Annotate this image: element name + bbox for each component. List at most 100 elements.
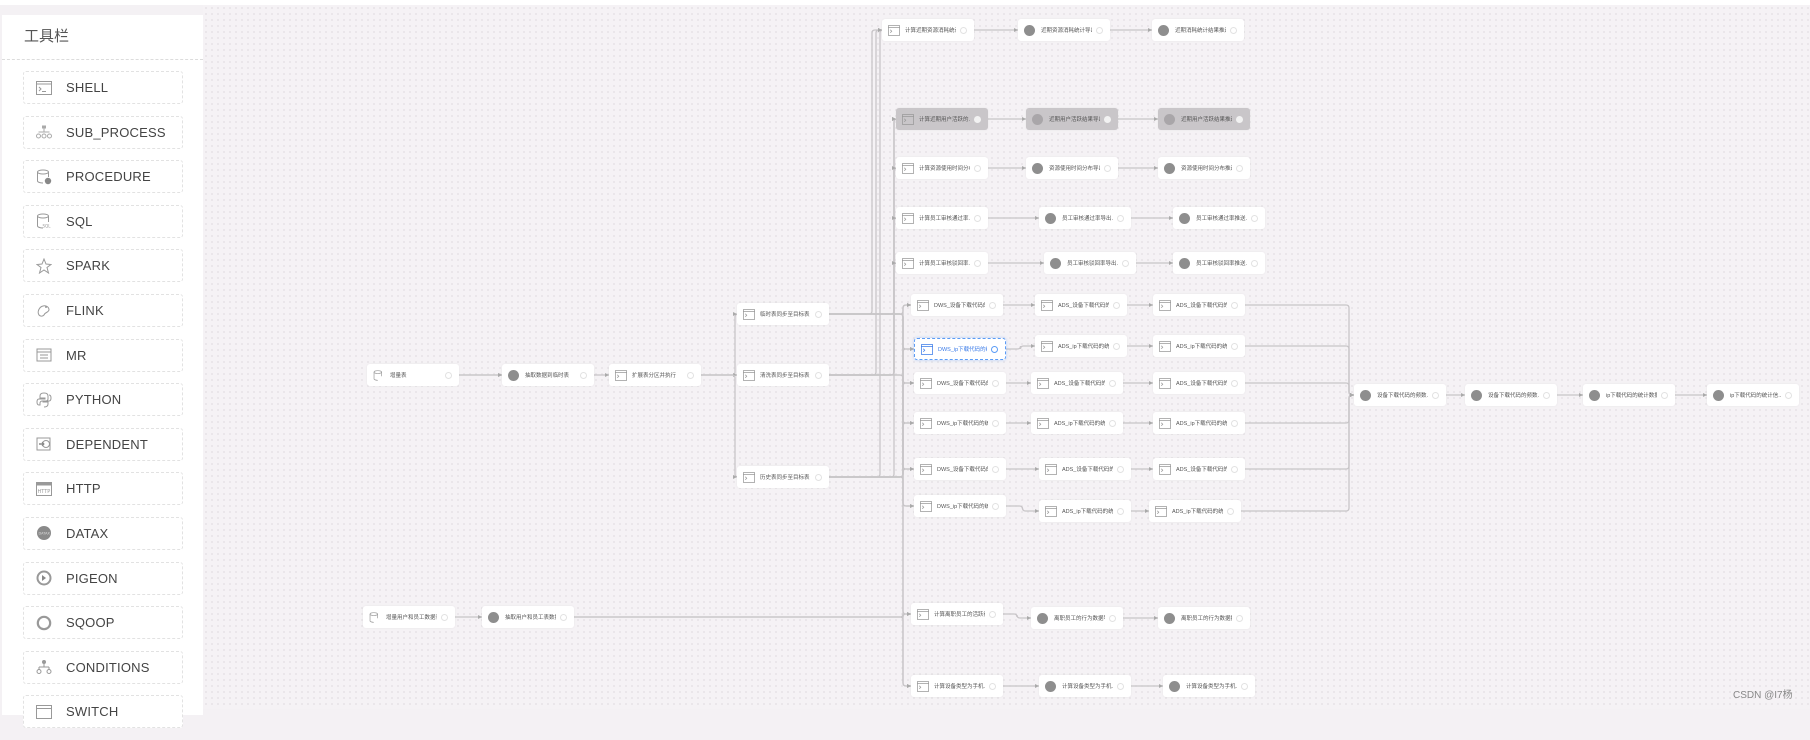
dag-node-label: 增量用户和员工数据表 [386, 615, 437, 621]
dag-node-shell[interactable]: ADS_设备下载代码的频... [1153, 294, 1245, 316]
dag-node-datax[interactable]: 近期消耗统计结果推送... [1152, 19, 1244, 41]
tool-item-spark[interactable]: SPARK [23, 249, 183, 283]
dag-node-shell[interactable]: 计算员工审核驳回率... [896, 252, 988, 274]
dag-node-shell[interactable]: ADS_设备下载代码的频... [1153, 458, 1245, 480]
shell-icon [1045, 505, 1057, 517]
node-status-indicator [1227, 507, 1234, 515]
node-status-indicator [989, 682, 996, 690]
tool-item-mr[interactable]: MR [23, 338, 183, 372]
shell-icon [1159, 377, 1171, 389]
pigeon-icon [36, 570, 52, 586]
node-status-indicator [974, 164, 981, 172]
dag-node-shell[interactable]: DWS_ip下载代码的统计... [914, 495, 1006, 517]
dag-node-label: 计算员工审核驳回率... [919, 261, 970, 267]
dag-node-shell[interactable]: 清洗表同步至目标表 [737, 364, 829, 386]
tool-item-procedure[interactable]: PROCEDURE [23, 160, 183, 194]
dag-node-shell[interactable]: 计算近期资源消耗统计... [882, 19, 974, 41]
dag-node-shell[interactable]: ADS_ip下载代码的统计... [1039, 500, 1131, 522]
dag-node-datax[interactable]: 计算设备类型为手机... [1163, 675, 1255, 697]
dag-node-shell[interactable]: 扩展表分区并执行 [609, 364, 701, 386]
tool-item-dependent[interactable]: DEPENDENT [23, 427, 183, 461]
dag-node-datax[interactable]: 员工审核通过率导出... [1039, 207, 1131, 229]
node-status-indicator [1231, 379, 1238, 387]
datax-icon [1179, 212, 1191, 224]
dag-node-datax[interactable]: 员工审核驳回率导出... [1044, 252, 1136, 274]
tool-item-switch[interactable]: SWITCH [23, 695, 183, 729]
dag-node-datax[interactable]: 抽取用户和员工表数据 [482, 606, 574, 628]
node-status-indicator [1109, 379, 1116, 387]
dag-node-shell[interactable]: DWS_设备下载代码的频... [911, 294, 1003, 316]
dag-node-shell[interactable]: 计算资源使用时间分布... [896, 157, 988, 179]
node-status-indicator [1251, 214, 1258, 222]
dag-node-shell[interactable]: 计算离职员工的活跃行... [911, 603, 1003, 625]
dag-node-datax[interactable]: 近期资源消耗统计导出... [1018, 19, 1110, 41]
toolbar-title: 工具栏 [2, 15, 203, 60]
dag-node-datax[interactable]: 资源使用时间分布推送... [1158, 157, 1250, 179]
dag-node-datax[interactable]: 抽取数据到临时表 [502, 364, 594, 386]
dag-node-shell[interactable]: DWS_设备下载代码的频... [914, 458, 1006, 480]
dag-node-shell[interactable]: ADS_ip下载代码的统计... [1153, 412, 1245, 434]
shell-icon [1037, 417, 1049, 429]
tool-item-label: MR [66, 347, 87, 363]
dag-node-shell[interactable]: 计算员工审核通过率... [896, 207, 988, 229]
dag-node-datax[interactable]: 员工审核驳回率推送... [1173, 252, 1265, 274]
dag-node-label: 员工审核通过率推送... [1196, 216, 1247, 222]
dag-node-shell[interactable]: ADS_ip下载代码的统计... [1149, 500, 1241, 522]
dag-node-datax[interactable]: 离职员工的行为数据推... [1158, 607, 1250, 629]
dag-node-shell[interactable]: ADS_设备下载代码的频... [1039, 458, 1131, 480]
dag-node-shell[interactable]: DWS_ip下载代码的统计... [914, 412, 1006, 434]
shell-icon [743, 369, 755, 381]
shell-icon [1037, 377, 1049, 389]
dag-node-label: ADS_ip下载代码的统计... [1176, 421, 1227, 427]
dag-node-shell[interactable]: ADS_设备下载代码的频... [1031, 372, 1123, 394]
dag-node-datax[interactable]: 离职员工的行为数据导... [1031, 607, 1123, 629]
dag-node-label: DWS_ip下载代码的统计... [938, 347, 987, 353]
dag-canvas[interactable] [203, 5, 1810, 709]
dag-node-datax[interactable]: 员工审核通过率推送... [1173, 207, 1265, 229]
dag-node-datax[interactable]: 资源使用时间分布导出... [1026, 157, 1118, 179]
tool-item-label: SWITCH [66, 704, 119, 720]
dag-node-shell[interactable]: 计算设备类型为手机... [911, 675, 1003, 697]
datax-icon [1032, 113, 1044, 125]
tool-item-shell[interactable]: SHELL [23, 71, 183, 104]
datax-icon [1032, 162, 1044, 174]
dag-node-shell[interactable]: ADS_ip下载代码的统计... [1035, 335, 1127, 357]
dag-node-datax[interactable]: 近期用户活跃结果推送... [1158, 108, 1250, 130]
tool-item-conditions[interactable]: CONDITIONS [23, 650, 183, 684]
dag-node-shell[interactable]: ADS_ip下载代码的统计... [1153, 335, 1245, 357]
datax-icon [1360, 389, 1372, 401]
sqoop-icon [36, 615, 52, 631]
dag-node-datax[interactable]: 近期用户活跃结果导出... [1026, 108, 1118, 130]
dag-node-datax[interactable]: ip下载代码的统计数据... [1583, 384, 1675, 406]
tool-item-http[interactable]: HTTP HTTP [23, 472, 183, 506]
dag-node-shell[interactable]: DWS_设备下载代码的频... [914, 372, 1006, 394]
node-status-indicator [989, 301, 996, 309]
tool-item-python[interactable]: PYTHON [23, 383, 183, 417]
tool-item-pigeon[interactable]: PIGEON [23, 561, 183, 595]
dag-node-label: ip下载代码的统计信... [1730, 393, 1781, 399]
dag-node-sql[interactable]: 增量用户和员工数据表 [363, 606, 455, 628]
node-status-indicator [1117, 682, 1124, 690]
svg-text:DATAX: DATAX [39, 532, 51, 536]
dag-node-shell[interactable]: ADS_ip下载代码的统计... [1031, 412, 1123, 434]
dag-node-shell[interactable]: ADS_设备下载代码的频... [1035, 294, 1127, 316]
tool-item-sql[interactable]: SQL SQL [23, 204, 183, 238]
dag-node-datax[interactable]: 设备下载代码的频数... [1354, 384, 1446, 406]
tool-item-sqoop[interactable]: SQOOP [23, 606, 183, 640]
dag-node-shell[interactable]: 临时表同步至目标表 [737, 303, 829, 325]
dag-node-label: 计算员工审核通过率... [919, 216, 970, 222]
tool-item-datax[interactable]: DATAX DATAX [23, 516, 183, 550]
dag-node-datax[interactable]: 设备下载代码的频数... [1465, 384, 1557, 406]
dag-node-datax[interactable]: ip下载代码的统计信... [1707, 384, 1799, 406]
tool-item-flink[interactable]: FLINK [23, 293, 183, 327]
node-status-indicator [992, 379, 999, 387]
dag-node-shell[interactable]: ADS_设备下载代码的频... [1153, 372, 1245, 394]
tool-item-sub-process[interactable]: SUB_PROCESS [23, 115, 183, 149]
dag-node-datax[interactable]: 计算设备类型为手机... [1039, 675, 1131, 697]
dag-node-shell[interactable]: 历史表同步至目标表 [737, 466, 829, 488]
dag-node-shell[interactable]: 计算近期用户活跃的... [896, 108, 988, 130]
dag-node-sql[interactable]: 增量表 [367, 364, 459, 386]
node-status-indicator [992, 419, 999, 427]
dag-node-shell[interactable]: DWS_ip下载代码的统计... [914, 338, 1006, 360]
node-status-indicator [687, 371, 694, 379]
